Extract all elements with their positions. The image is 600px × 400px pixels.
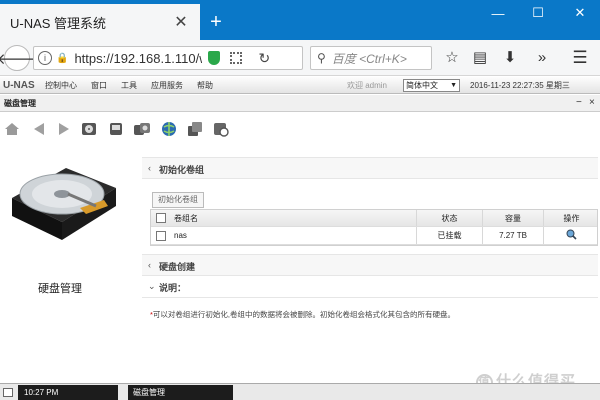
row-status: 已挂载	[416, 227, 482, 244]
hard-drive-caption: 硬盘管理	[38, 283, 82, 295]
language-value: 简体中文	[406, 81, 438, 90]
magnify-settings-icon[interactable]	[566, 229, 577, 242]
browser-tab-bar: U-NAS 管理系统 ✕ + — ☐ ✕	[0, 0, 600, 40]
menu-window[interactable]: 窗口	[91, 80, 107, 91]
menu-app-services[interactable]: 应用服务	[151, 80, 183, 91]
desktop-icon[interactable]	[3, 388, 13, 397]
row-operation	[543, 227, 599, 244]
disk-group-icon[interactable]	[133, 120, 151, 138]
arrow-right-icon[interactable]	[55, 120, 73, 138]
row-checkbox[interactable]	[156, 230, 166, 241]
panel-title-bar: 磁盘管理 − ×	[0, 95, 600, 112]
select-all-cell	[151, 210, 171, 226]
datetime: 2016-11-23 22:27:35 星期三	[470, 81, 570, 90]
welcome-text: 欢迎 admin	[347, 81, 388, 90]
table-header-row: 卷组名 状态 容量 操作	[151, 210, 597, 227]
section-notes[interactable]: ⌄ 说明：	[142, 276, 598, 298]
reload-icon[interactable]: ↻	[258, 50, 270, 67]
section-notes-label: 说明：	[159, 283, 187, 293]
arrow-left-icon[interactable]	[30, 120, 48, 138]
overflow-chevron-icon[interactable]: »	[532, 48, 552, 68]
row-select-cell	[151, 227, 171, 244]
chevron-left-icon: ‹	[148, 260, 151, 270]
section-volume-init[interactable]: ‹ 初始化卷组	[142, 157, 598, 179]
disk-copy-icon[interactable]	[186, 120, 204, 138]
row-capacity: 7.27 TB	[482, 227, 543, 244]
chevron-down-icon: ▼	[450, 82, 457, 89]
maximize-button[interactable]: ☐	[518, 0, 558, 26]
tab-close-icon[interactable]: ✕	[170, 12, 192, 32]
taskbar-item-disk-management[interactable]: 磁盘管理	[128, 385, 233, 400]
network-globe-icon[interactable]	[160, 120, 178, 138]
volume-table: 卷组名 状态 容量 操作 nas 已挂载 7.27 TB	[150, 209, 598, 246]
bookmark-star-icon[interactable]: ☆	[442, 48, 462, 68]
section-disk-create[interactable]: ‹ 硬盘创建	[142, 254, 598, 276]
header-operation: 操作	[543, 210, 599, 226]
section-volume-init-label: 初始化卷组	[159, 165, 205, 175]
reading-list-icon[interactable]: ▤	[470, 48, 490, 68]
home-icon[interactable]	[3, 120, 21, 138]
minimize-panel-icon[interactable]: −	[576, 97, 582, 108]
minimize-button[interactable]: —	[478, 0, 518, 26]
url-bar[interactable]: i 🔒 https://192.168.1.110/w ↻	[33, 46, 303, 70]
init-volume-button[interactable]: 初始化卷组	[152, 192, 204, 208]
search-icon: ⚲	[317, 51, 326, 65]
info-icon[interactable]: i	[38, 51, 52, 65]
hard-drive-image	[8, 160, 120, 242]
taskbar-clock: 10:27 PM	[18, 385, 118, 400]
taskbar: 10:27 PM 磁盘管理	[0, 383, 600, 400]
hamburger-menu-icon[interactable]: ☰	[570, 48, 590, 68]
browser-nav-bar: 🡐 i 🔒 https://192.168.1.110/w ↻ ⚲ 百度 <Ct…	[0, 40, 600, 76]
download-icon[interactable]: ⬇	[500, 48, 520, 68]
header-capacity[interactable]: 容量	[482, 210, 543, 226]
search-placeholder: 百度 <Ctrl+K>	[331, 51, 407, 66]
chevron-down-icon: ⌄	[148, 281, 156, 291]
note-body: 可以对卷组进行初始化,卷组中的数据将会被删除。初始化卷组会格式化其包含的所有硬盘…	[152, 310, 456, 319]
chevron-left-icon: ‹	[148, 163, 151, 173]
close-window-button[interactable]: ✕	[560, 0, 600, 26]
browser-tab[interactable]: U-NAS 管理系统 ✕	[0, 4, 200, 40]
disk-settings-icon[interactable]	[107, 120, 125, 138]
section-disk-create-label: 硬盘创建	[159, 262, 196, 272]
app-logo: U-NAS	[3, 79, 35, 91]
url-text[interactable]: https://192.168.1.110/w	[74, 51, 202, 66]
menu-control-center[interactable]: 控制中心	[45, 80, 77, 91]
arrow-left-icon: 🡐	[0, 50, 38, 68]
select-all-checkbox[interactable]	[156, 213, 166, 223]
disk-refresh-icon[interactable]	[212, 120, 230, 138]
panel-title: 磁盘管理	[4, 99, 36, 108]
header-status[interactable]: 状态	[416, 210, 482, 226]
app-menu-bar: U-NAS 控制中心 窗口 工具 应用服务 帮助 欢迎 admin 简体中文 ▼…	[0, 77, 600, 94]
menu-tools[interactable]: 工具	[121, 80, 137, 91]
new-tab-button[interactable]: +	[205, 12, 227, 34]
shield-icon[interactable]	[208, 51, 221, 65]
search-input[interactable]: ⚲ 百度 <Ctrl+K>	[310, 46, 432, 70]
tab-title: U-NAS 管理系统	[10, 15, 107, 31]
disk-icon[interactable]	[80, 120, 98, 138]
toolbar	[0, 112, 600, 146]
back-button[interactable]: 🡐	[0, 45, 37, 71]
language-select[interactable]: 简体中文 ▼	[403, 79, 460, 92]
note-text: *可以对卷组进行初始化,卷组中的数据将会被删除。初始化卷组会格式化其包含的所有硬…	[150, 309, 455, 320]
qr-code-icon[interactable]	[230, 52, 243, 64]
table-row[interactable]: nas 已挂载 7.27 TB	[151, 227, 597, 245]
close-panel-icon[interactable]: ×	[589, 97, 595, 108]
menu-help[interactable]: 帮助	[197, 80, 213, 91]
lock-warning-icon[interactable]: 🔒	[56, 53, 68, 64]
